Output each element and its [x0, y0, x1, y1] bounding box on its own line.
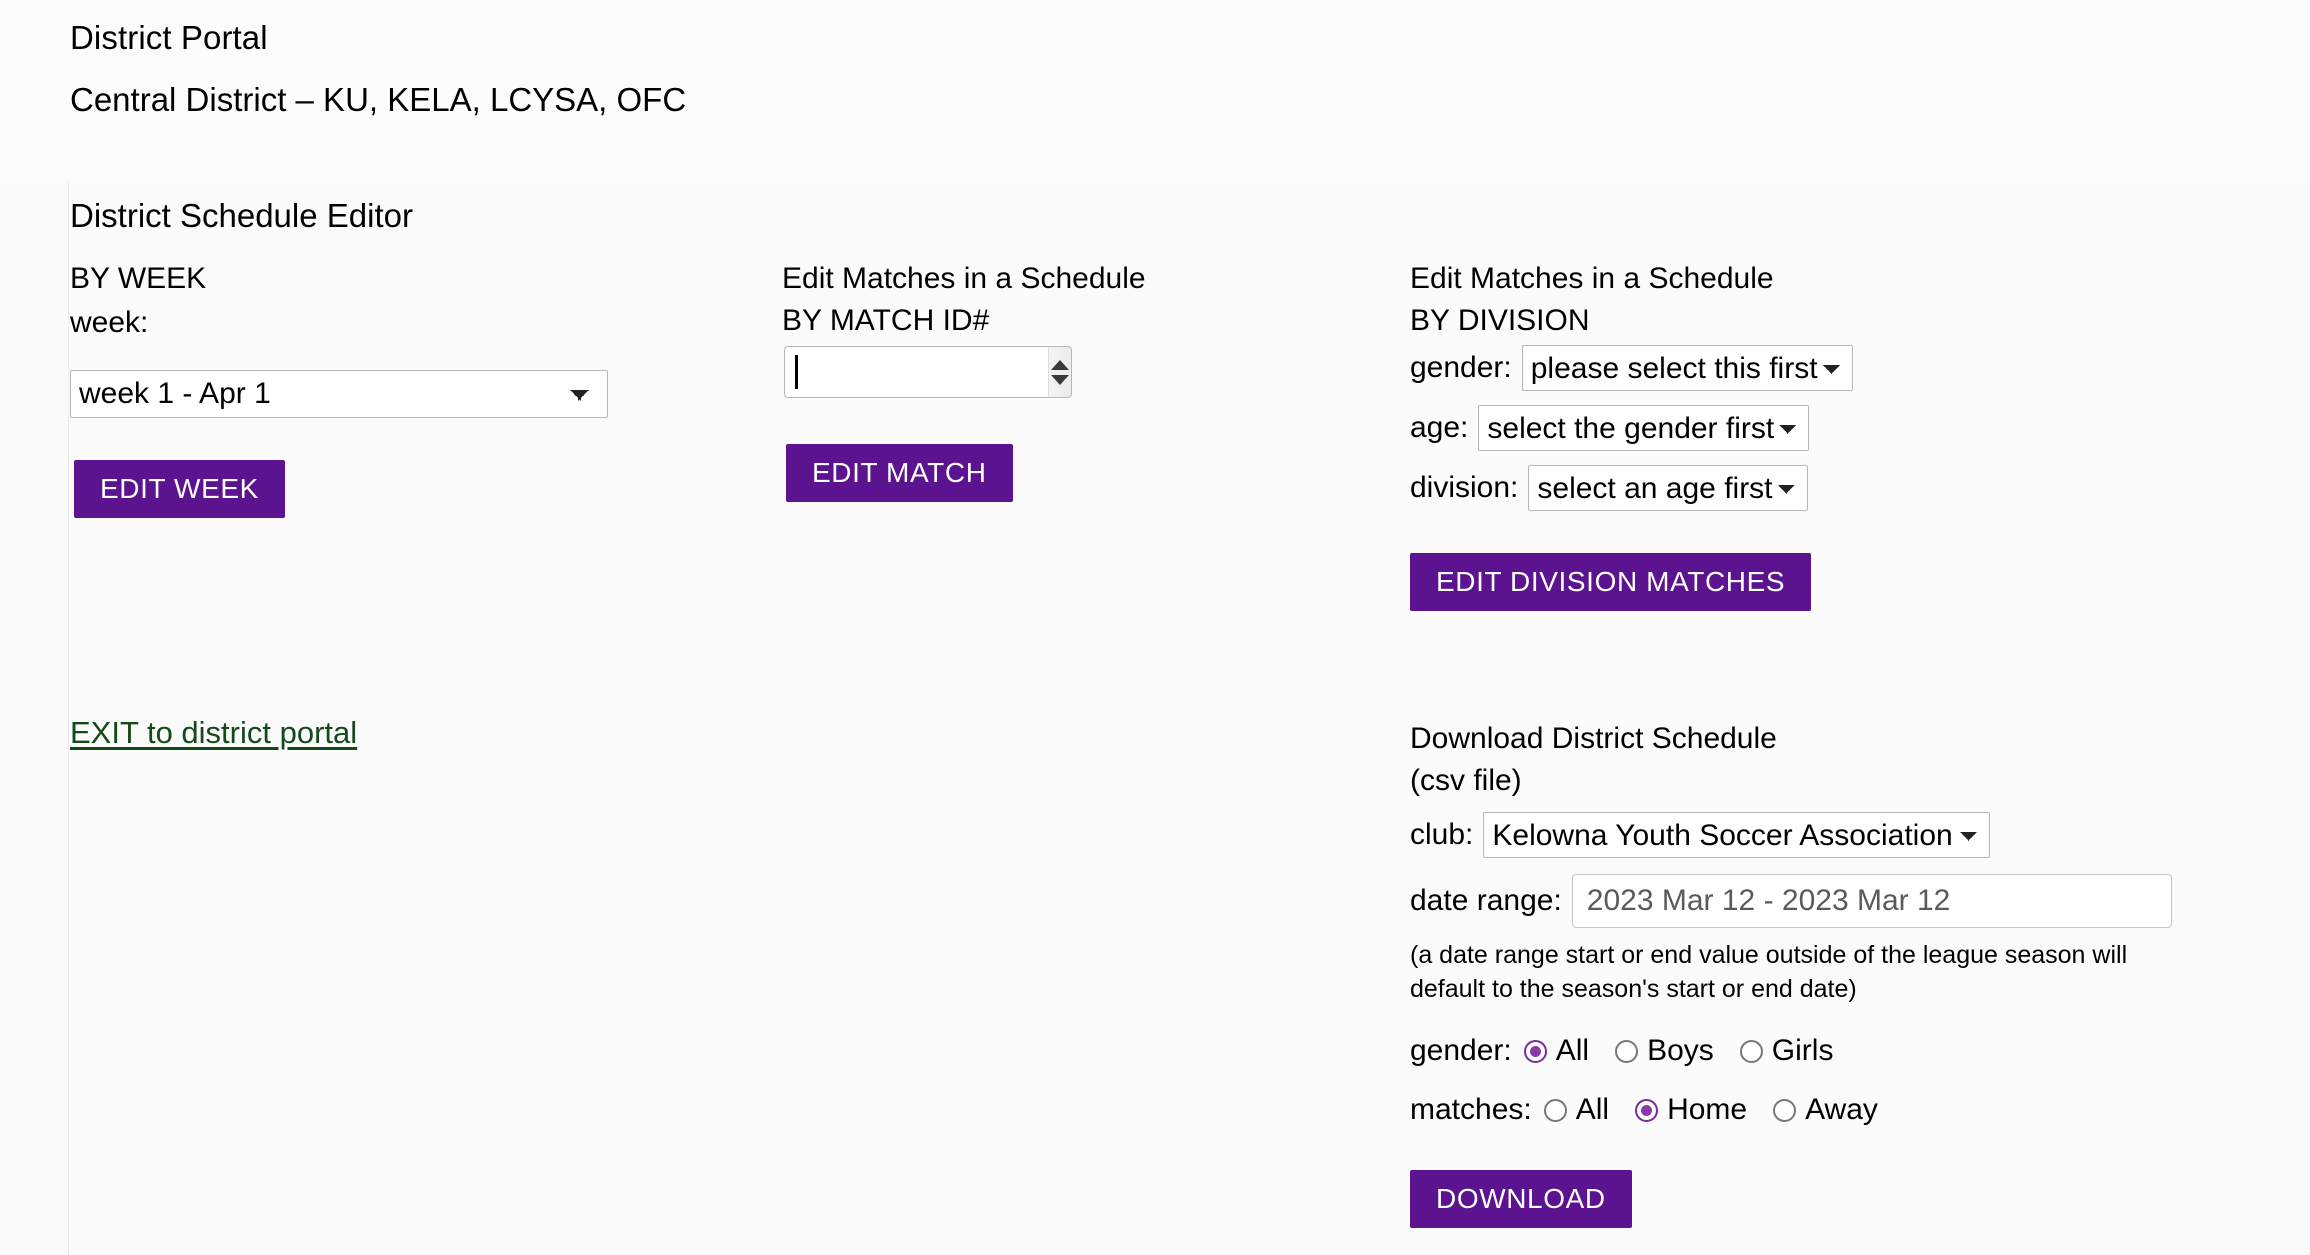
division-division-select[interactable]: select an age first — [1528, 465, 1809, 511]
radio-icon[interactable] — [1635, 1098, 1659, 1122]
download-matches-radio-group: matches: All Home Away — [1410, 1089, 1904, 1131]
radio-label: Girls — [1771, 1034, 1834, 1067]
number-spinner[interactable] — [1047, 347, 1071, 397]
download-date-range-label: date range: — [1410, 884, 1562, 917]
match-id-input[interactable] — [785, 347, 1048, 397]
division-division-row: division: select an age first — [1410, 465, 1809, 511]
division-gender-select[interactable]: please select this first — [1521, 345, 1853, 391]
download-matches-option-home[interactable]: Home — [1635, 1093, 1747, 1127]
edit-week-button[interactable]: EDIT WEEK — [74, 460, 285, 518]
exit-to-district-portal-link[interactable]: EXIT to district portal — [70, 713, 357, 753]
radio-label: Away — [1805, 1093, 1878, 1126]
download-gender-radio-group: gender: All Boys Girls — [1410, 1030, 1859, 1072]
division-gender-label: gender: — [1410, 351, 1512, 384]
radio-label: All — [1575, 1093, 1610, 1126]
radio-icon[interactable] — [1523, 1039, 1547, 1063]
download-matches-option-all[interactable]: All — [1543, 1093, 1610, 1127]
by-week-heading: BY WEEK — [70, 262, 207, 295]
download-gender-option-girls[interactable]: Girls — [1739, 1034, 1834, 1068]
radio-icon[interactable] — [1543, 1098, 1567, 1122]
portal-subtitle: Central District – KU, KELA, LCYSA, OFC — [70, 81, 687, 118]
download-gender-option-boys[interactable]: Boys — [1615, 1034, 1714, 1068]
download-date-range-row: date range: — [1410, 874, 2172, 928]
radio-label: Boys — [1647, 1034, 1714, 1067]
match-id-field-wrapper[interactable] — [784, 346, 1072, 398]
radio-label: Home — [1667, 1093, 1748, 1126]
division-age-row: age: select the gender first — [1410, 405, 1810, 451]
week-label: week: — [70, 306, 149, 339]
download-date-range-input[interactable] — [1571, 874, 2172, 928]
division-gender-row: gender: please select this first — [1410, 345, 1853, 391]
radio-icon[interactable] — [1615, 1039, 1639, 1063]
download-club-label: club: — [1410, 818, 1474, 851]
text-caret — [795, 355, 798, 389]
spinner-down-icon[interactable] — [1050, 374, 1069, 385]
download-club-row: club: Kelowna Youth Soccer Association — [1410, 812, 1991, 858]
download-club-select[interactable]: Kelowna Youth Soccer Association — [1483, 812, 1991, 858]
radio-icon[interactable] — [1739, 1039, 1763, 1063]
download-matches-label: matches: — [1410, 1093, 1532, 1126]
download-heading: Download District Schedule (csv file) — [1410, 722, 1777, 797]
page-title: District Schedule Editor — [70, 197, 413, 234]
division-age-select[interactable]: select the gender first — [1478, 405, 1810, 451]
download-gender-label: gender: — [1410, 1034, 1512, 1067]
edit-division-matches-button[interactable]: EDIT DIVISION MATCHES — [1410, 553, 1812, 611]
spinner-up-icon[interactable] — [1050, 359, 1069, 370]
column-divider-rule — [68, 182, 69, 1255]
division-division-label: division: — [1410, 471, 1519, 504]
download-gender-option-all[interactable]: All — [1523, 1034, 1590, 1068]
download-note: (a date range start or end value outside… — [1410, 941, 2128, 1003]
portal-title: District Portal — [70, 19, 268, 56]
edit-match-button[interactable]: EDIT MATCH — [786, 444, 1013, 502]
download-button[interactable]: DOWNLOAD — [1410, 1170, 1632, 1228]
division-age-label: age: — [1410, 411, 1469, 444]
district-schedule-editor-page: District Portal Central District – KU, K… — [0, 0, 2310, 1255]
by-division-heading: Edit Matches in a Schedule BY DIVISION — [1410, 262, 1774, 337]
by-match-id-heading: Edit Matches in a Schedule BY MATCH ID# — [782, 262, 1146, 337]
radio-label: All — [1555, 1034, 1590, 1067]
download-matches-option-away[interactable]: Away — [1773, 1093, 1878, 1127]
radio-icon[interactable] — [1773, 1098, 1797, 1122]
week-select[interactable]: week 1 - Apr 1 — [70, 370, 608, 418]
